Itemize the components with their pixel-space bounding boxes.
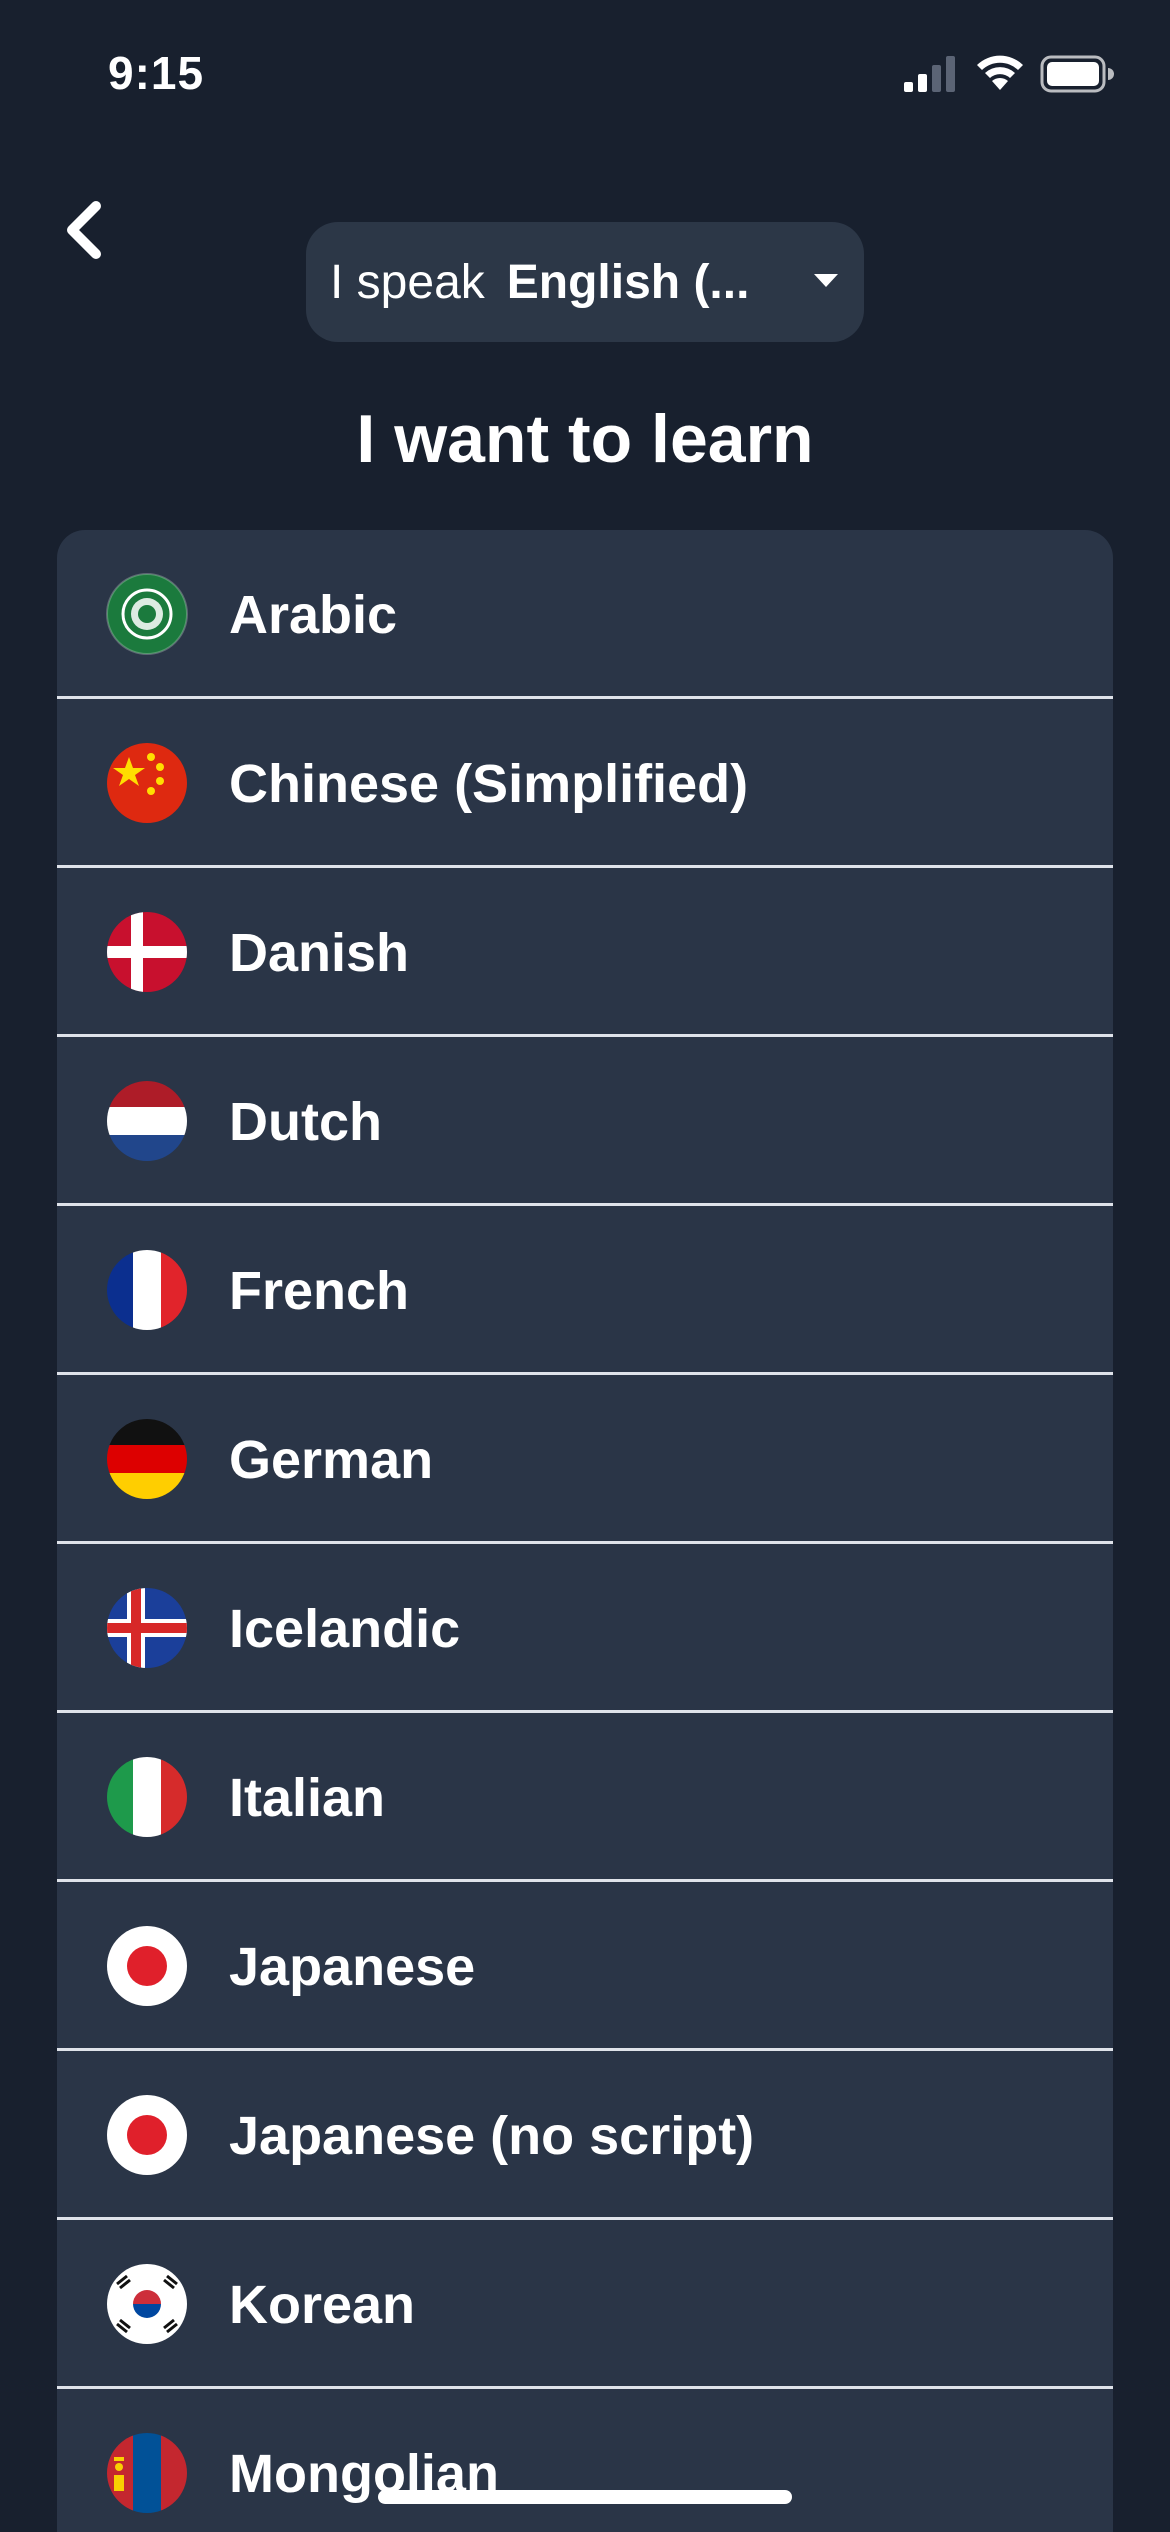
language-item-french[interactable]: French (57, 1206, 1113, 1375)
caret-down-icon (814, 274, 838, 287)
language-item-danish[interactable]: Danish (57, 868, 1113, 1037)
language-label: Korean (229, 2275, 416, 2335)
wifi-icon (977, 55, 1023, 90)
language-item-dutch[interactable]: Dutch (57, 1037, 1113, 1206)
france-flag-icon (105, 1248, 189, 1332)
back-button[interactable] (44, 190, 124, 270)
language-item-mongolian[interactable]: Mongolian (57, 2389, 1113, 2532)
language-item-japanese[interactable]: Japanese (57, 1882, 1113, 2051)
language-item-chinese-simplified[interactable]: Chinese (Simplified) (57, 699, 1113, 868)
language-item-icelandic[interactable]: Icelandic (57, 1544, 1113, 1713)
japan-flag-icon (105, 2093, 189, 2177)
iceland-flag-icon (105, 1586, 189, 1670)
language-item-german[interactable]: German (57, 1375, 1113, 1544)
language-label: Icelandic (229, 1599, 461, 1659)
language-label: Chinese (Simplified) (229, 754, 749, 814)
status-time: 9:15 (108, 47, 205, 99)
status-bar: 9:15 (0, 0, 1170, 150)
speak-language-dropdown[interactable]: I speak English (... (306, 222, 864, 342)
language-label: Japanese (229, 1937, 476, 1997)
south-korea-flag-icon (105, 2262, 189, 2346)
language-label: Danish (229, 923, 410, 983)
language-label: Italian (229, 1768, 386, 1828)
language-label: French (229, 1261, 410, 1321)
netherlands-flag-icon (105, 1079, 189, 1163)
language-item-italian[interactable]: Italian (57, 1713, 1113, 1882)
china-flag-icon (105, 741, 189, 825)
chevron-left-icon (67, 201, 101, 259)
language-item-arabic[interactable]: Arabic (57, 530, 1113, 699)
language-label: German (229, 1430, 434, 1490)
language-label: Dutch (229, 1092, 382, 1152)
home-indicator[interactable] (378, 2490, 792, 2504)
language-item-japanese-no-script[interactable]: Japanese (no script) (57, 2051, 1113, 2220)
dropdown-selected-value: English (... (506, 255, 750, 309)
japan-flag-icon (105, 1924, 189, 2008)
arabic-flag-icon (105, 572, 189, 656)
mongolia-flag-icon (105, 2431, 189, 2515)
germany-flag-icon (105, 1417, 189, 1501)
dropdown-prefix-label: I speak (330, 255, 485, 309)
language-list: Arabic Chinese (Simplified) Danish Dutch… (57, 530, 1113, 2532)
denmark-flag-icon (105, 910, 189, 994)
page-title: I want to learn (356, 401, 814, 477)
cellular-signal-icon (904, 56, 955, 92)
language-item-korean[interactable]: Korean (57, 2220, 1113, 2389)
language-label: Arabic (229, 585, 398, 645)
battery-icon (1040, 55, 1114, 93)
language-label: Japanese (no script) (229, 2106, 755, 2166)
italy-flag-icon (105, 1755, 189, 1839)
